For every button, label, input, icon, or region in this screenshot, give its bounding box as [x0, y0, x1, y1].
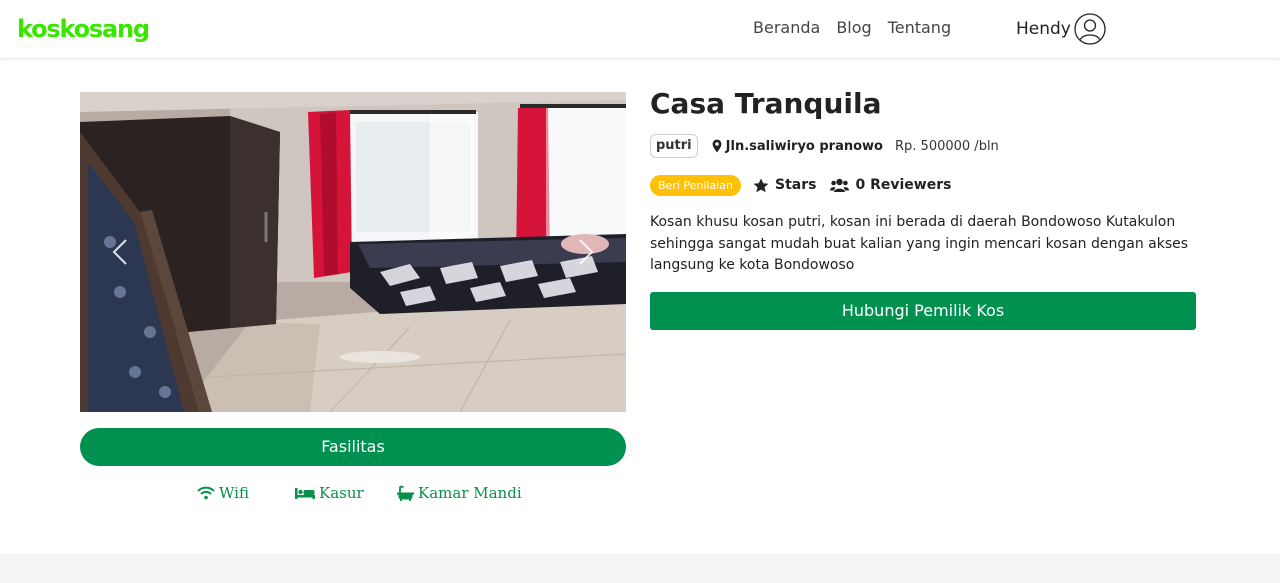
facility-kamar-mandi: Kamar Mandi [397, 482, 522, 504]
wifi-icon [197, 486, 215, 500]
facility-wifi: Wifi [197, 482, 249, 504]
stars-rating: Stars [753, 177, 816, 193]
bath-icon [397, 485, 414, 501]
bed-icon [295, 488, 315, 499]
rate-button[interactable]: Beri Penilaian [650, 174, 741, 196]
property-meta: putri Jln.saliwiryo pranowo Rp. 500000 /… [650, 134, 999, 158]
room-photo-carousel[interactable] [80, 92, 626, 412]
stars-label: Stars [775, 177, 817, 193]
property-description: Kosan khusu kosan putri, kosan ini berad… [650, 214, 1189, 273]
facility-label: Wifi [219, 484, 249, 502]
map-marker-icon [712, 139, 722, 153]
user-name: Hendy [1016, 19, 1071, 39]
facility-label: Kasur [319, 484, 364, 502]
nav-link-beranda[interactable]: Beranda [753, 17, 820, 39]
main-nav: Beranda Blog Tentang [753, 17, 951, 39]
navbar: koskosang Beranda Blog Tentang Hendy [0, 0, 1280, 59]
nav-link-tentang[interactable]: Tentang [888, 17, 951, 39]
reviewers-label: 0 Reviewers [855, 177, 952, 193]
user-menu[interactable]: Hendy [1016, 13, 1106, 45]
reviewers-count: 0 Reviewers [830, 177, 951, 193]
star-icon [753, 178, 769, 192]
type-badge: putri [650, 134, 698, 158]
user-circle-icon [1074, 13, 1106, 45]
chevron-right-icon[interactable] [570, 232, 600, 272]
facilities-list: Wifi Kasur Kamar Mandi [80, 482, 626, 506]
location: Jln.saliwiryo pranowo [712, 139, 883, 154]
room-photo [80, 92, 626, 412]
property-title: Casa Tranquila [650, 87, 882, 120]
nav-link-blog[interactable]: Blog [836, 17, 871, 39]
facility-kasur: Kasur [295, 482, 364, 504]
users-icon [830, 178, 850, 192]
contact-owner-button[interactable]: Hubungi Pemilik Kos [650, 292, 1196, 330]
brand-logo[interactable]: koskosang [17, 12, 150, 46]
footer [0, 554, 1280, 583]
facilities-button[interactable]: Fasilitas [80, 428, 626, 466]
location-text: Jln.saliwiryo pranowo [725, 138, 883, 154]
rating-row: Beri Penilaian Stars 0 Reviewers [650, 174, 951, 196]
price: Rp. 500000 /bln [895, 138, 999, 154]
facility-label: Kamar Mandi [418, 484, 522, 502]
chevron-left-icon[interactable] [106, 232, 136, 272]
